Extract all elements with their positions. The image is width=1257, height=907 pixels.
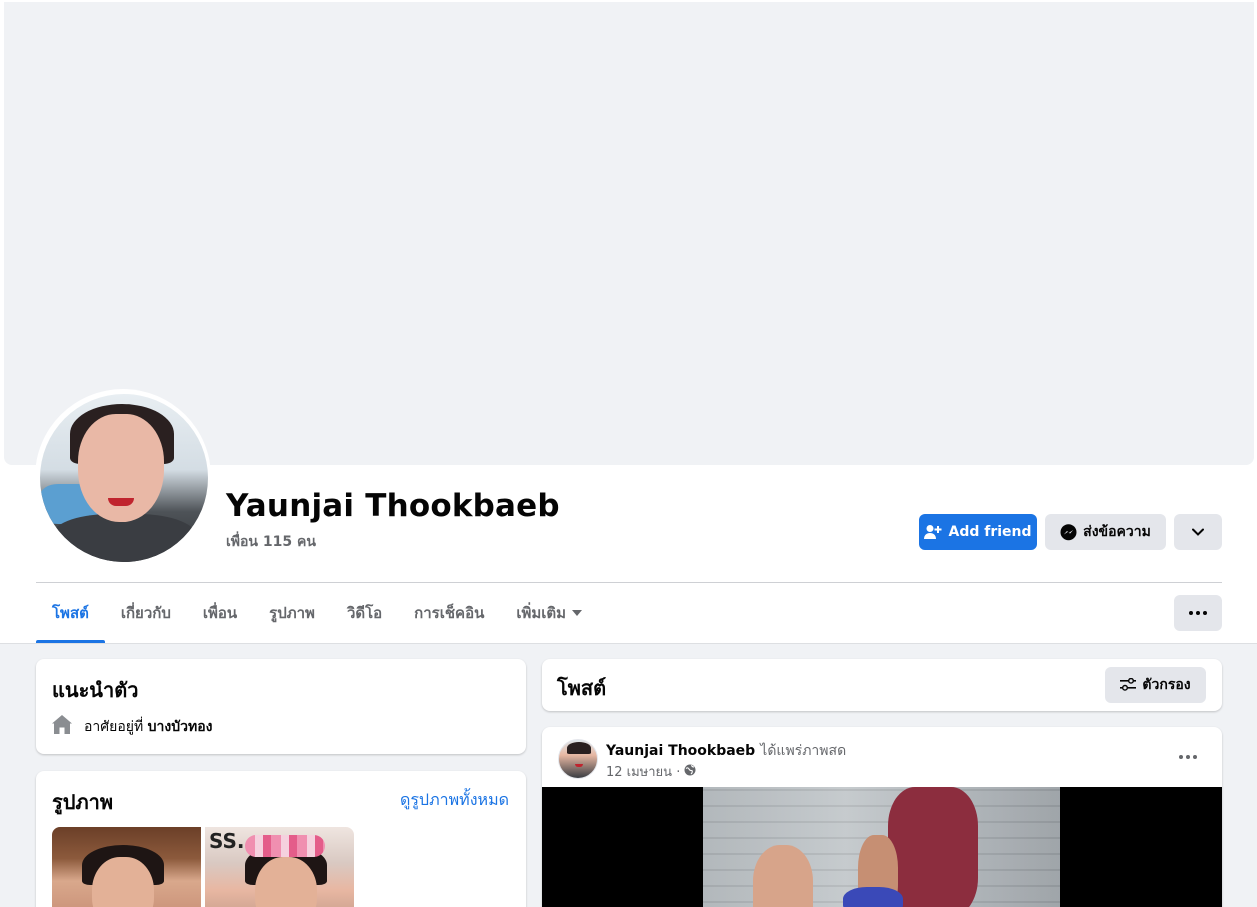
- more-actions-button[interactable]: [1174, 514, 1222, 550]
- profile-name: Yaunjai Thookbaeb: [226, 488, 560, 524]
- friends-count[interactable]: เพื่อน 115 คน: [226, 531, 316, 553]
- more-dots-icon: [1189, 611, 1207, 615]
- lives-in-prefix: อาศัยอยู่ที่: [84, 718, 144, 735]
- intro-title: แนะนำตัว: [52, 678, 139, 702]
- profile-picture[interactable]: [40, 394, 208, 562]
- live-video-player[interactable]: [542, 787, 1222, 907]
- post-date-line: 12 เมษายน ·: [606, 761, 696, 782]
- post-author-name[interactable]: Yaunjai Thookbaeb: [606, 743, 755, 759]
- intro-card: แนะนำตัว อาศัยอยู่ที่ บางบัวทอง: [36, 659, 526, 754]
- flower-crown-graphic: [245, 835, 325, 857]
- post-action-text: ได้แพร่ภาพสด: [760, 743, 847, 759]
- post-author-avatar[interactable]: [558, 739, 598, 779]
- message-button[interactable]: ส่งข้อความ: [1045, 514, 1166, 550]
- cover-photo[interactable]: [4, 2, 1254, 465]
- lives-in-place[interactable]: บางบัวทอง: [148, 719, 213, 735]
- message-label: ส่งข้อความ: [1083, 524, 1151, 540]
- video-frame: [703, 787, 1060, 907]
- posts-header-card: โพสต์ ตัวกรอง: [542, 659, 1222, 711]
- tab-checkins[interactable]: การเช็คอิน: [398, 583, 500, 643]
- intro-lives-in: อาศัยอยู่ที่ บางบัวทอง: [52, 715, 212, 738]
- filter-button[interactable]: ตัวกรอง: [1105, 667, 1206, 703]
- posts-title: โพสต์: [557, 676, 607, 700]
- photo-thumbnail[interactable]: [52, 827, 201, 907]
- filter-sliders-icon: [1120, 678, 1137, 692]
- tab-photos[interactable]: รูปภาพ: [253, 583, 331, 643]
- filter-label: ตัวกรอง: [1142, 677, 1191, 693]
- post-options-button[interactable]: [1172, 745, 1204, 769]
- post-date[interactable]: 12 เมษายน ·: [606, 761, 680, 782]
- tabs-overflow-button[interactable]: [1174, 595, 1222, 631]
- photo-thumbnail[interactable]: SS.: [205, 827, 354, 907]
- caret-down-icon: [572, 610, 583, 616]
- home-icon: [52, 715, 72, 738]
- messenger-icon: [1060, 523, 1077, 541]
- add-friend-button[interactable]: Add friend: [919, 514, 1037, 550]
- post-meta-line: Yaunjai Thookbaeb ได้แพร่ภาพสด: [606, 740, 846, 762]
- add-friend-label: Add friend: [948, 524, 1032, 540]
- see-all-photos-link[interactable]: ดูรูปภาพทั้งหมด: [400, 788, 509, 813]
- tab-about[interactable]: เกี่ยวกับ: [105, 583, 187, 643]
- add-person-icon: [924, 524, 942, 540]
- tab-posts[interactable]: โพสต์: [36, 583, 105, 643]
- profile-header: Yaunjai Thookbaeb เพื่อน 115 คน Add frie…: [0, 0, 1257, 644]
- post-card: Yaunjai Thookbaeb ได้แพร่ภาพสด 12 เมษายน…: [542, 727, 1222, 907]
- profile-tabs: โพสต์ เกี่ยวกับ เพื่อน รูปภาพ วิดีโอ การ…: [36, 583, 598, 643]
- globe-icon: [684, 764, 696, 780]
- more-dots-icon: [1179, 755, 1197, 759]
- tab-friends[interactable]: เพื่อน: [187, 583, 253, 643]
- chevron-down-icon: [1192, 528, 1204, 536]
- tab-more[interactable]: เพิ่มเติม: [500, 583, 598, 643]
- photo-sign-graphic: SS.: [209, 829, 245, 853]
- tab-videos[interactable]: วิดีโอ: [331, 583, 398, 643]
- photos-title: รูปภาพ: [52, 790, 114, 814]
- photos-card: รูปภาพ ดูรูปภาพทั้งหมด SS.: [36, 771, 526, 907]
